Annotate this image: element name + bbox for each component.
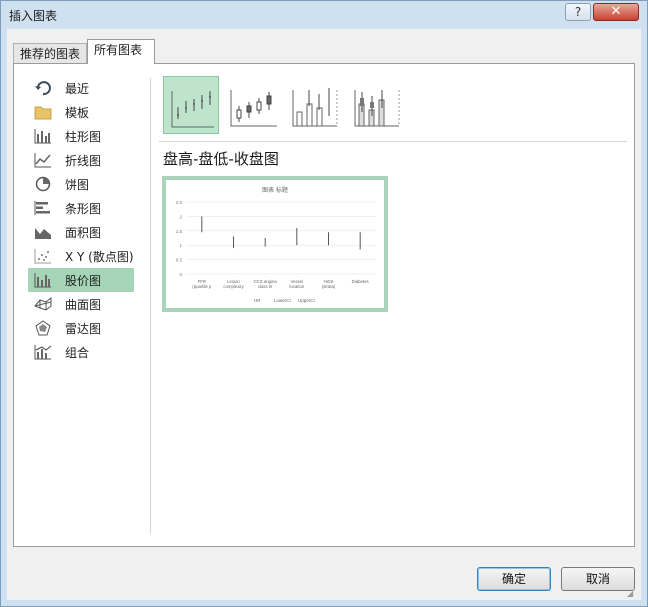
subtype-volume-open-high-low-close[interactable] [349,76,405,134]
insert-chart-dialog: 插入图表 ? ✕ 推荐的图表 所有图表 最近 模板 柱形图 折线图 饼图 条形图… [0,0,648,607]
pie-chart-icon [35,176,51,192]
sidebar-item-label: 折线图 [65,153,102,168]
sidebar-item-templates[interactable]: 模板 [28,100,134,124]
cancel-button[interactable]: 取消 [561,567,635,591]
subtype-open-high-low-close[interactable] [225,76,281,134]
sidebar-item-stock[interactable]: 股价图 [28,268,134,292]
y-tick-label: 0 [179,272,182,277]
volume-high-low-close-icon [292,88,338,127]
chart-type-list: 最近 模板 柱形图 折线图 饼图 条形图 面积图 X Y (散点图) 股价图 曲… [28,76,138,364]
sidebar-item-label: 曲面图 [65,297,102,312]
tab-recommended-charts[interactable]: 推荐的图表 [13,43,87,63]
vertical-divider [150,78,151,534]
y-tick-label: 1 [179,243,182,248]
legend-entry: UpperCI [298,298,315,303]
volume-open-high-low-close-icon [354,90,400,127]
sidebar-item-column[interactable]: 柱形图 [28,124,134,148]
sidebar-item-label: 饼图 [65,177,90,192]
x-category-label: %DS (strata) [322,279,336,289]
sidebar-item-label: 条形图 [65,201,102,216]
close-button[interactable]: ✕ [593,3,639,21]
horizontal-divider [159,141,627,142]
x-category-label: Lesion complexity [223,279,244,289]
recent-icon [35,81,51,96]
folder-icon [34,106,52,120]
sidebar-item-label: X Y (散点图) [65,249,134,264]
high-low-close-icon [171,91,214,128]
dialog-title: 插入图表 [9,9,58,23]
surface-chart-icon [34,296,52,311]
bar-chart-icon [34,201,50,215]
sidebar-item-label: 股价图 [65,273,102,288]
legend-entry: HR [254,298,261,303]
sidebar-item-line[interactable]: 折线图 [28,148,134,172]
title-bar: 插入图表 ? ✕ [1,1,647,29]
sidebar-item-area[interactable]: 面积图 [28,220,134,244]
chart-title: 图表 标题 [262,186,288,194]
chart-subtype-gallery [163,76,400,136]
y-tick-label: 1.5 [176,229,183,234]
sidebar-item-radar[interactable]: 雷达图 [28,316,134,340]
sidebar-item-bar[interactable]: 条形图 [28,196,134,220]
resize-grip-icon[interactable]: ◢ [627,589,637,599]
ok-button[interactable]: 确定 [477,567,551,591]
all-charts-panel: 最近 模板 柱形图 折线图 饼图 条形图 面积图 X Y (散点图) 股价图 曲… [13,63,635,547]
sidebar-item-pie[interactable]: 饼图 [28,172,134,196]
stock-chart-icon [34,273,51,288]
legend-entry: LowerCI [274,298,291,303]
y-tick-label: 0.5 [176,258,183,263]
preview-chart: 图表 标题 0 0.5 1 1.5 2 2.5 FFR (quartile p Lesion com… [176,186,376,303]
scatter-chart-icon [34,249,51,264]
sidebar-item-label: 最近 [65,81,90,96]
x-category-label: Diabetes [352,279,369,284]
sidebar-item-label: 组合 [65,345,90,360]
dialog-client-area: 推荐的图表 所有图表 最近 模板 柱形图 折线图 饼图 条形图 面积图 X Y … [7,29,641,600]
sidebar-item-surface[interactable]: 曲面图 [28,292,134,316]
radar-chart-icon [35,320,51,336]
sidebar-item-label: 柱形图 [65,129,102,144]
y-tick-label: 2 [179,214,182,219]
sidebar-item-recent[interactable]: 最近 [28,76,134,100]
area-chart-icon [35,228,51,239]
combo-chart-icon [34,345,52,360]
sidebar-item-label: 模板 [65,105,90,120]
x-category-label: Vessel location [289,279,304,289]
sidebar-item-combo[interactable]: 组合 [28,340,134,364]
sidebar-item-scatter[interactable]: X Y (散点图) [28,244,134,268]
subtype-high-low-close[interactable] [163,76,219,134]
sidebar-item-label: 雷达图 [65,321,102,336]
chart-preview: 图表 标题 0 0.5 1 1.5 2 2.5 FFR (quartile p Lesion com… [162,176,388,312]
subtype-volume-high-low-close[interactable] [287,76,343,134]
x-category-label: FFR (quartile p [192,279,212,289]
help-button[interactable]: ? [565,3,591,21]
tab-all-charts[interactable]: 所有图表 [87,39,155,64]
selected-chart-type-title: 盘高-盘低-收盘图 [163,150,279,168]
sidebar-item-label: 面积图 [65,225,102,240]
line-chart-icon [34,153,51,168]
column-chart-icon [34,129,51,144]
x-category-label: CCS angina class III [254,279,278,289]
open-high-low-close-icon [230,90,277,127]
y-tick-label: 2.5 [176,200,183,205]
